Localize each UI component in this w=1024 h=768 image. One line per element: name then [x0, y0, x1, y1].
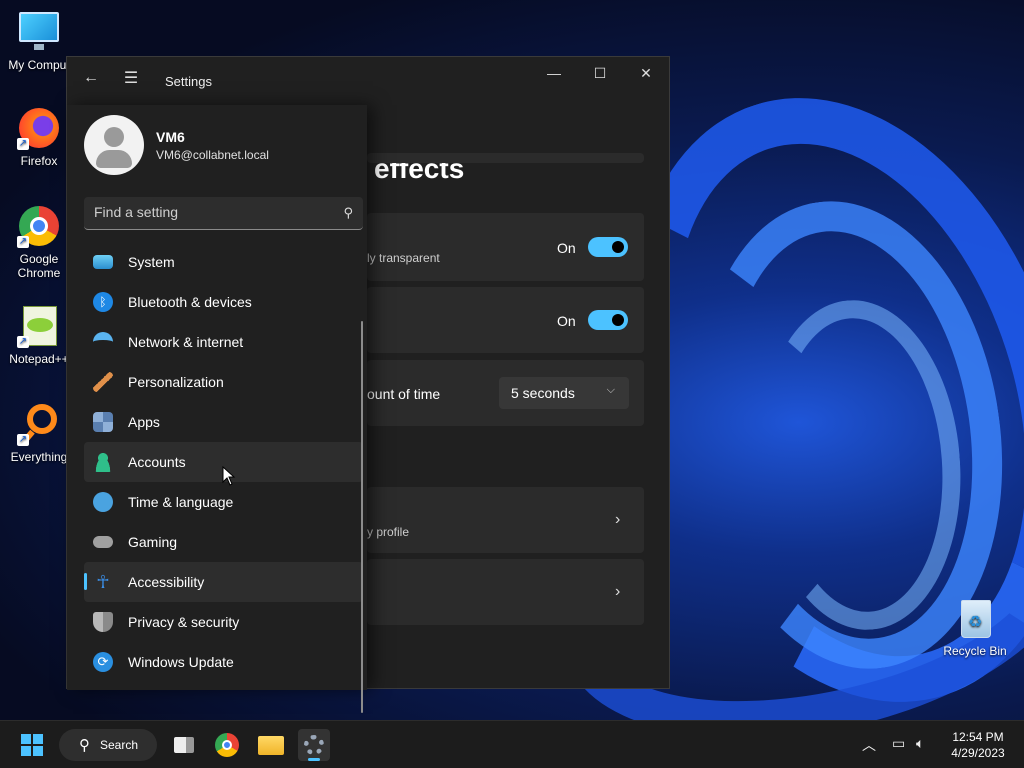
nav-item-time-language[interactable]: Time & language [84, 482, 363, 522]
dismiss-card: ount of time 5 seconds ⌵ [367, 360, 644, 426]
clock-time: 12:54 PM [952, 730, 1004, 744]
window-title: Settings [165, 74, 212, 89]
link-card-2[interactable]: › [367, 559, 644, 625]
chrome-icon: ↗ [17, 204, 61, 248]
network-icon[interactable]: ▭ [892, 735, 905, 752]
notepadpp-icon: ↗ [17, 304, 61, 348]
taskbar-settings[interactable] [298, 729, 330, 761]
link-card-1[interactable]: y profile › [367, 487, 644, 553]
nav-item-label: Gaming [128, 534, 178, 550]
taskbar-chrome[interactable] [211, 729, 243, 761]
wifi-icon [93, 332, 113, 346]
firefox-icon: ↗ [17, 106, 61, 150]
desktop-icon-recycle-bin[interactable]: ♻ Recycle Bin [936, 596, 1014, 658]
recycle-bin-icon: ♻ [953, 596, 997, 640]
task-view-icon [174, 737, 194, 753]
desktop-icon-label: Recycle Bin [943, 644, 1007, 658]
settings-window: ← ☰ Settings — ☐ ✕ effects ly transparen… [66, 56, 671, 713]
brush-icon [93, 372, 113, 392]
avatar[interactable] [84, 115, 144, 175]
volume-icon[interactable]: 🔈︎ [916, 735, 924, 752]
nav-item-label: Privacy & security [128, 614, 240, 630]
nav-item-personalization[interactable]: Personalization [84, 362, 363, 402]
gear-icon [304, 735, 324, 755]
profile-email: VM6@collabnet.local [156, 148, 269, 162]
system-icon [93, 255, 113, 269]
start-button[interactable] [16, 729, 48, 761]
transparency-card[interactable]: ly transparent On [367, 213, 644, 281]
minimize-button[interactable]: — [531, 57, 577, 89]
nav-item-system[interactable]: System [84, 242, 363, 282]
mouse-cursor-icon [222, 466, 236, 486]
chevron-up-icon[interactable]: ︿ [862, 735, 876, 755]
magnifier-icon: ↗ [17, 402, 61, 446]
task-view-button[interactable] [167, 729, 199, 761]
maximize-button[interactable]: ☐ [577, 57, 623, 89]
nav-item-label: Accessibility [128, 574, 205, 590]
link-card-desc: y profile [367, 525, 410, 539]
menu-button[interactable]: ☰ [116, 63, 146, 93]
bluetooth-icon: ᛒ [93, 292, 113, 312]
profile-name: VM6 [156, 129, 185, 145]
clock-date: 4/29/2023 [951, 746, 1005, 760]
nav-item-label: Bluetooth & devices [128, 294, 252, 310]
nav-item-label: Personalization [128, 374, 224, 390]
animation-state: On [557, 313, 576, 329]
nav-item-label: Network & internet [128, 334, 244, 350]
search-input[interactable] [94, 204, 324, 220]
taskbar: ⚲ Search ︿ ▭ 🔈︎ 12:54 PM 4/29/2023 [0, 720, 1024, 768]
dismiss-dropdown[interactable]: 5 seconds ⌵ [499, 377, 629, 409]
nav-item-network[interactable]: Network & internet [84, 322, 363, 362]
transparency-toggle[interactable] [588, 237, 628, 257]
taskbar-search[interactable]: ⚲ Search [59, 729, 157, 761]
gamepad-icon [93, 536, 113, 548]
taskbar-file-explorer[interactable] [255, 729, 287, 761]
nav-item-label: Time & language [128, 494, 234, 510]
nav-item-label: Windows Update [128, 654, 234, 670]
nav-item-label: System [128, 254, 175, 270]
globe-clock-icon [93, 492, 113, 512]
folder-icon [258, 736, 284, 755]
nav-scrollbar[interactable] [361, 321, 363, 713]
title-bar: ← ☰ Settings — ☐ ✕ [67, 57, 669, 105]
nav-item-gaming[interactable]: Gaming [84, 522, 363, 562]
search-box[interactable]: ⚲ [84, 197, 363, 230]
update-icon: ⟳ [93, 652, 113, 672]
clock[interactable]: 12:54 PM 4/29/2023 [938, 729, 1018, 761]
animation-toggle[interactable] [588, 310, 628, 330]
nav-item-accessibility[interactable]: ☥ Accessibility [84, 562, 363, 602]
nav-item-bluetooth[interactable]: ᛒ Bluetooth & devices [84, 282, 363, 322]
hamburger-icon: ☰ [123, 70, 139, 87]
transparency-desc: ly transparent [367, 251, 440, 265]
back-arrow-icon: ← [83, 69, 99, 86]
windows-logo-icon [21, 734, 43, 756]
apps-icon [93, 412, 113, 432]
close-button[interactable]: ✕ [623, 57, 669, 89]
nav-item-apps[interactable]: Apps [84, 402, 363, 442]
monitor-icon [17, 10, 61, 54]
content-pane: effects ly transparent On On ount of tim… [367, 105, 671, 690]
search-icon: ⚲ [343, 205, 353, 220]
accounts-icon [93, 452, 113, 472]
back-button[interactable]: ← [76, 63, 106, 93]
transparency-state: On [557, 240, 576, 256]
nav-item-windows-update[interactable]: ⟳ Windows Update [84, 642, 363, 682]
nav-item-privacy[interactable]: Privacy & security [84, 602, 363, 642]
shield-icon [93, 612, 113, 632]
chevron-right-icon: › [615, 511, 621, 528]
accessibility-icon: ☥ [96, 572, 110, 592]
chevron-right-icon: › [615, 583, 621, 600]
dismiss-value: 5 seconds [511, 385, 575, 401]
taskbar-search-label: Search [100, 738, 139, 752]
nav-item-label: Accounts [128, 454, 186, 470]
nav-pane: VM6 VM6@collabnet.local ⚲ System ᛒ Bluet… [67, 105, 367, 713]
chevron-down-icon: ⌵ [606, 384, 615, 396]
nav-list: System ᛒ Bluetooth & devices Network & i… [84, 242, 363, 682]
nav-item-label: Apps [128, 414, 160, 430]
dismiss-label: ount of time [367, 386, 441, 402]
search-icon: ⚲ [79, 737, 90, 754]
settings-card-top [367, 153, 644, 163]
selection-indicator [84, 573, 87, 590]
animation-card[interactable]: On [367, 287, 644, 353]
